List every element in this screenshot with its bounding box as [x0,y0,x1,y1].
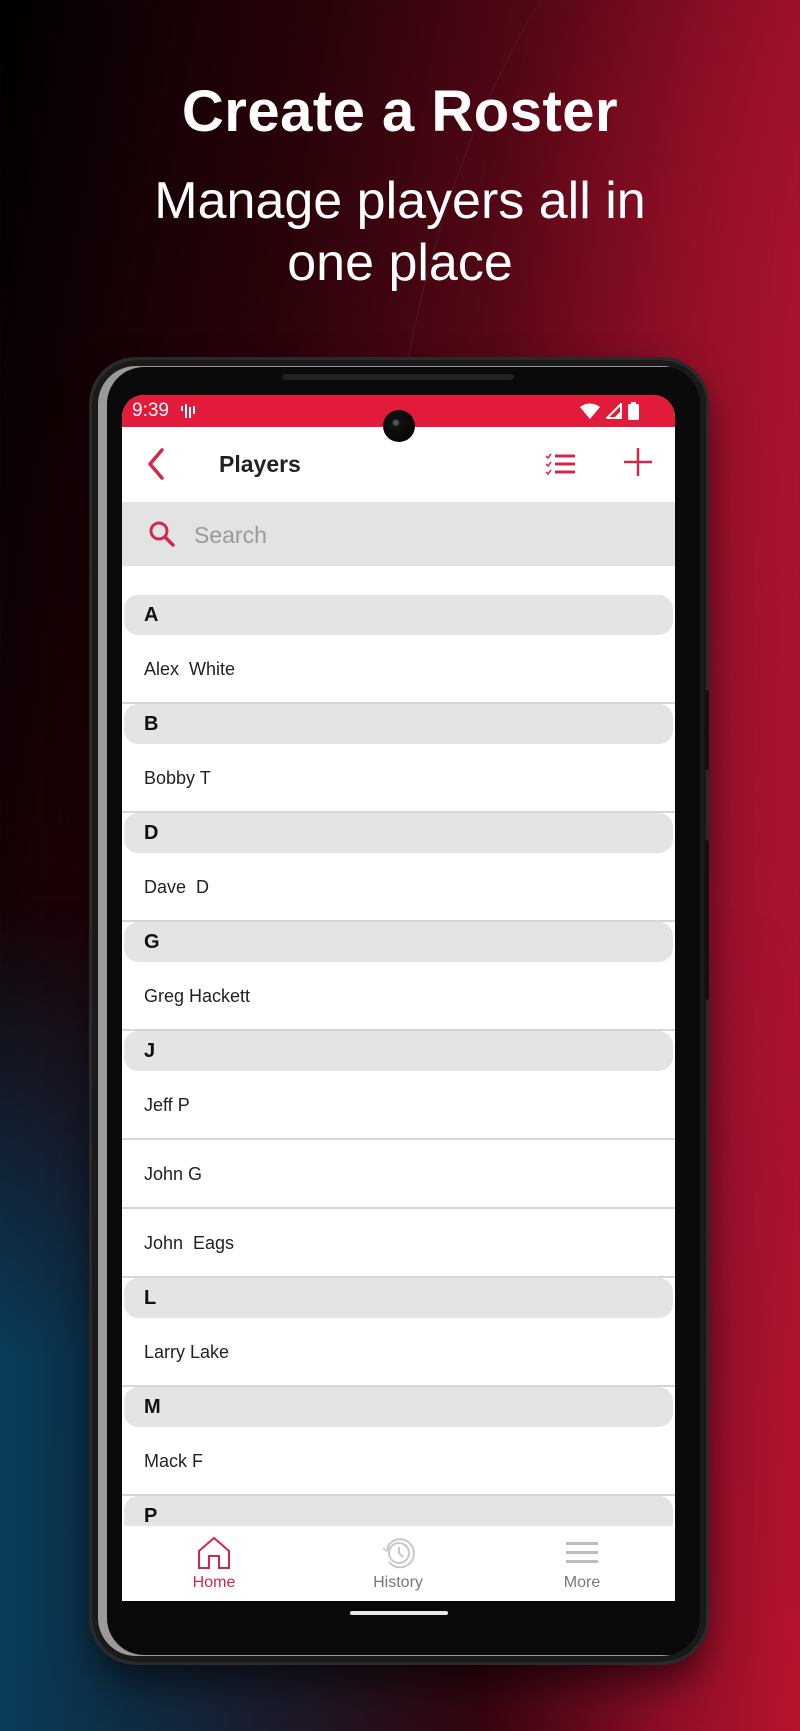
section-header: B [124,704,673,744]
back-button[interactable] [142,447,172,481]
checklist-icon [545,453,575,476]
tab-label: History [373,1574,423,1591]
search-bar [122,502,675,566]
phone-speaker [282,374,514,380]
player-row[interactable]: John G [122,1140,675,1209]
player-row[interactable]: Jeff P [122,1071,675,1140]
status-time: 9:39 [132,400,169,421]
plus-icon [624,448,652,476]
tab-home[interactable]: Home [122,1526,306,1601]
promo-subtitle: Manage players all in one place [0,170,800,294]
history-icon [382,1538,415,1569]
player-row[interactable]: John Eags [122,1209,675,1278]
section-header: G [124,922,673,962]
phone-volume-button [704,840,709,1000]
signal-icon [606,403,622,419]
wifi-icon [580,403,600,419]
home-indicator[interactable] [350,1611,448,1615]
menu-icon [566,1542,598,1563]
add-player-button[interactable] [621,445,655,479]
battery-icon [628,402,639,420]
promo-subtitle-line-2: one place [287,234,513,292]
chevron-left-icon [148,448,164,480]
checklist-button[interactable] [545,449,577,479]
section-header: M [124,1387,673,1427]
tab-more[interactable]: More [490,1526,674,1601]
section-header: L [124,1278,673,1318]
tab-label: More [563,1574,601,1591]
section-header: D [124,813,673,853]
player-row[interactable]: Dave D [122,853,675,922]
tab-label: Home [192,1574,236,1591]
phone-screen: 9:39 Players Search A Alex White B Bobby… [122,395,675,1601]
player-list: A Alex White B Bobby T D Dave D G Greg Hackett J… [122,595,675,1536]
page-title: Players [219,451,301,477]
vibrate-icon [181,404,195,418]
section-header: A [124,595,673,635]
player-row[interactable]: Mack F [122,1427,675,1496]
search-icon [149,521,175,547]
player-row[interactable]: Bobby T [122,744,675,813]
player-row[interactable]: Larry Lake [122,1318,675,1387]
player-row[interactable]: Greg Hackett [122,962,675,1031]
status-icons [580,402,639,420]
search-input[interactable] [192,514,646,556]
home-icon [198,1536,230,1569]
phone-power-button [704,690,709,770]
player-row[interactable]: Alex White [122,635,675,704]
bottom-tab-bar: Home History More [122,1526,675,1601]
promo-subtitle-line-1: Manage players all in [154,172,646,230]
section-header: J [124,1031,673,1071]
front-camera [383,410,415,442]
tab-history[interactable]: History [306,1526,490,1601]
promo-title: Create a Roster [181,79,619,144]
